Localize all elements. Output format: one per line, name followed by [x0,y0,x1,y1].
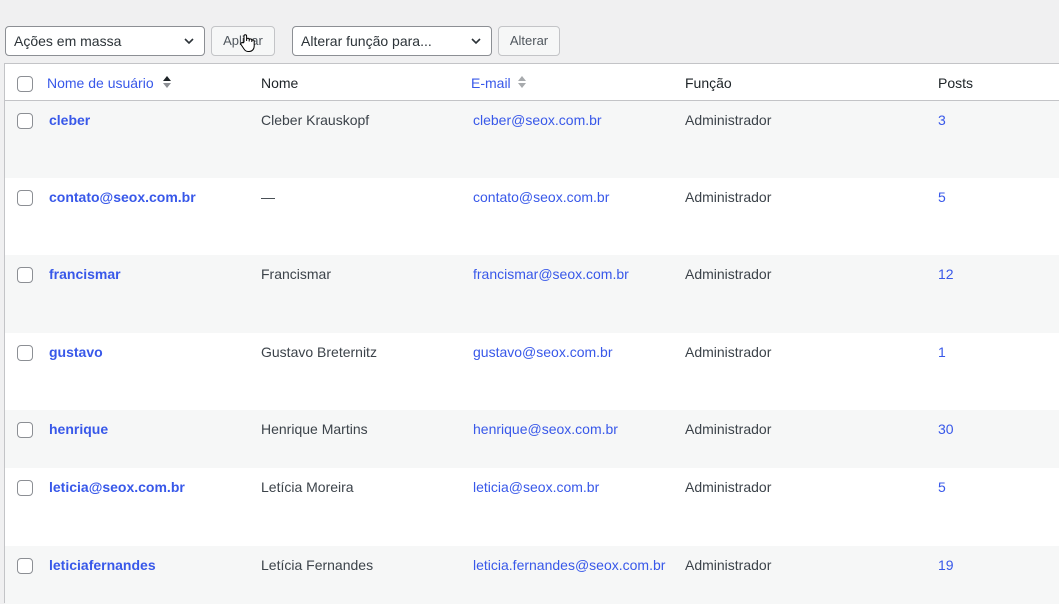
username-link[interactable]: gustavo [49,344,103,360]
table-row: contato@seox.com.br — contato@seox.com.b… [5,178,1059,255]
chevron-down-icon [184,38,194,45]
email-link[interactable]: francismar@seox.com.br [473,266,629,282]
row-checkbox[interactable] [17,113,33,129]
role: Administrador [685,344,772,360]
full-name: Cleber Krauskopf [261,112,370,128]
row-checkbox[interactable] [17,190,33,206]
row-checkbox[interactable] [17,422,33,438]
full-name: Henrique Martins [261,421,368,437]
hand-pointer-icon [240,34,255,52]
table-row: leticia@seox.com.br Letícia Moreira leti… [5,468,1059,546]
email-link[interactable]: cleber@seox.com.br [473,112,602,128]
username-link[interactable]: francismar [49,266,121,282]
role: Administrador [685,266,772,282]
username-link[interactable]: leticia@seox.com.br [49,479,185,495]
row-checkbox[interactable] [17,267,33,283]
posts-count-link[interactable]: 1 [938,344,946,360]
posts-count-link[interactable]: 30 [938,421,954,437]
posts-count-link[interactable]: 12 [938,266,954,282]
table-row: cleber Cleber Krauskopf cleber@seox.com.… [5,101,1059,178]
row-checkbox[interactable] [17,345,33,361]
posts-count-link[interactable]: 3 [938,112,946,128]
email-link[interactable]: contato@seox.com.br [473,189,609,205]
row-checkbox[interactable] [17,558,33,574]
table-row: henrique Henrique Martins henrique@seox.… [5,410,1059,468]
username-link[interactable]: cleber [49,112,90,128]
table-header-row: Nome de usuário Nome E-mail Função Posts [5,64,1059,101]
email-link[interactable]: leticia@seox.com.br [473,479,599,495]
bulk-actions-select[interactable]: Ações em massa [5,26,205,56]
table-toolbar: Ações em massa Aplicar Alterar função pa… [0,0,1059,63]
row-checkbox[interactable] [17,480,33,496]
email-link[interactable]: henrique@seox.com.br [473,421,618,437]
posts-count-link[interactable]: 5 [938,189,946,205]
table-row: leticiafernandes Letícia Fernandes letic… [5,546,1059,604]
full-name: — [261,189,275,205]
role: Administrador [685,557,772,573]
username-link[interactable]: leticiafernandes [49,557,156,573]
role: Administrador [685,189,772,205]
posts-count-link[interactable]: 5 [938,479,946,495]
change-role-button[interactable]: Alterar [498,26,560,56]
role: Administrador [685,421,772,437]
column-header-role: Função [685,75,732,91]
sort-indicator-icon [518,76,526,88]
change-role-select[interactable]: Alterar função para... [292,26,492,56]
column-header-name: Nome [261,75,299,91]
column-header-posts: Posts [938,75,974,91]
select-all-checkbox[interactable] [17,76,33,92]
bulk-actions-value: Ações em massa [14,33,122,49]
username-link[interactable]: henrique [49,421,108,437]
column-header-email[interactable]: E-mail [471,75,511,91]
change-role-value: Alterar função para... [301,33,432,49]
role: Administrador [685,479,772,495]
table-row: gustavo Gustavo Breternitz gustavo@seox.… [5,333,1059,410]
sort-indicator-icon [163,76,171,88]
full-name: Letícia Fernandes [261,557,374,573]
chevron-down-icon [471,38,481,45]
username-link[interactable]: contato@seox.com.br [49,189,196,205]
email-link[interactable]: leticia.fernandes@seox.com.br [473,557,665,573]
full-name: Letícia Moreira [261,479,354,495]
users-table: Nome de usuário Nome E-mail Função Posts… [4,63,1059,604]
posts-count-link[interactable]: 19 [938,557,954,573]
table-row: francismar Francismar francismar@seox.co… [5,255,1059,333]
full-name: Gustavo Breternitz [261,344,377,360]
full-name: Francismar [261,266,332,282]
email-link[interactable]: gustavo@seox.com.br [473,344,613,360]
change-role-button-label: Alterar [509,33,549,48]
column-header-username[interactable]: Nome de usuário [47,75,154,91]
role: Administrador [685,112,772,128]
